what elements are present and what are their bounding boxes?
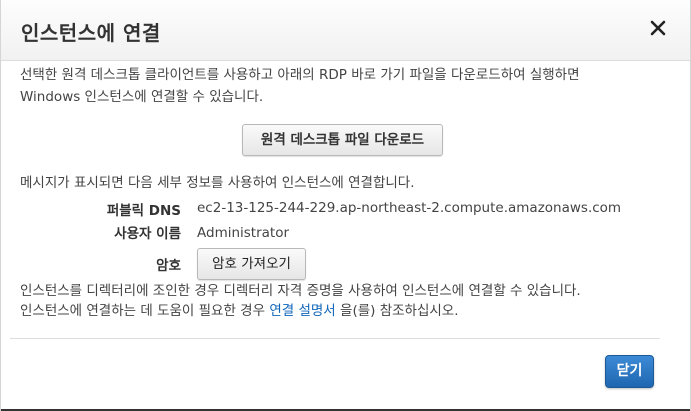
help-text-suffix: 을(를) 참조하십시오.: [340, 303, 459, 319]
directory-info-text: 인스턴스를 디렉터리에 조인한 경우 디렉터리 자격 증명을 사용하여 인스턴스…: [20, 283, 581, 299]
help-text-prefix: 인스턴스에 연결하는 데 도움이 필요한 경우: [20, 303, 266, 319]
username-label: 사용자 이름: [114, 226, 181, 242]
close-button[interactable]: 닫기: [605, 355, 654, 388]
connect-instance-dialog: 인스턴스에 연결 선택한 원격 데스크톱 클라이언트를 사용하고 아래의 RDP…: [0, 0, 691, 411]
public-dns-label: 퍼블릭 DNS: [106, 203, 181, 219]
password-label: 암호: [156, 258, 181, 274]
dialog-title: 인스턴스에 연결: [21, 21, 161, 45]
connection-guide-link[interactable]: 연결 설명서: [269, 303, 335, 319]
help-text: 인스턴스에 연결하는 데 도움이 필요한 경우 연결 설명서 을(를) 참조하십…: [20, 300, 459, 322]
footer-divider: [10, 338, 660, 339]
intro-text-line1: 선택한 원격 데스크톱 클라이언트를 사용하고 아래의 RDP 바로 가기 파일…: [20, 67, 580, 83]
intro-text-line2: Windows 인스턴스에 연결할 수 있습니다.: [20, 89, 264, 105]
connection-prompt-text: 메시지가 표시되면 다음 세부 정보를 사용하여 인스턴스에 연결합니다.: [20, 175, 415, 191]
dialog-header: 인스턴스에 연결: [1, 0, 690, 61]
public-dns-value: ec2-13-125-244-229.ap-northeast-2.comput…: [197, 200, 622, 216]
download-rdp-file-button[interactable]: 원격 데스크톱 파일 다운로드: [242, 124, 443, 156]
close-icon[interactable]: [648, 18, 668, 38]
get-password-button[interactable]: 암호 가져오기: [197, 248, 306, 280]
username-value: Administrator: [197, 225, 290, 241]
